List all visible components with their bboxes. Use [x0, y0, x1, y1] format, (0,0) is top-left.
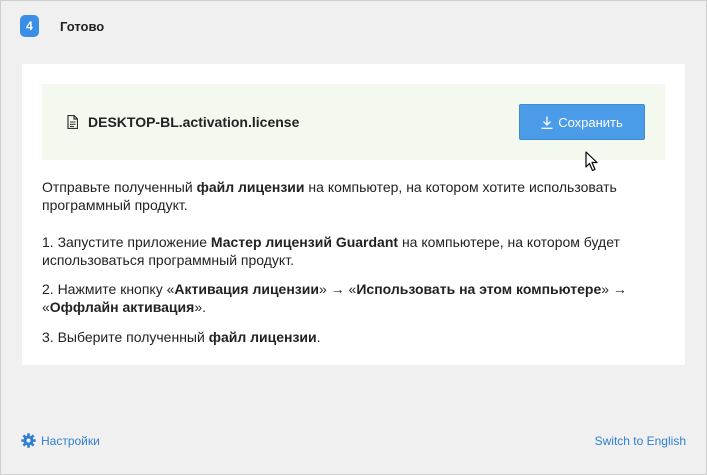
document-icon	[67, 115, 78, 129]
step-number-badge: 4	[20, 15, 39, 37]
instruction-step-1: 1. Запустите приложение Мастер лицензий …	[42, 234, 620, 268]
intro-text: Отправьте полученный файл лицензии на ко…	[42, 179, 617, 213]
gear-icon	[21, 433, 36, 448]
license-file-name: DESKTOP-BL.activation.license	[88, 114, 300, 130]
save-button-label: Сохранить	[558, 114, 623, 130]
step-title: Готово	[60, 18, 105, 34]
switch-language-link[interactable]: Switch to English	[595, 434, 686, 448]
result-card: DESKTOP-BL.activation.license Сохранить …	[22, 64, 685, 365]
download-icon	[541, 116, 553, 129]
mouse-cursor-icon	[585, 151, 598, 172]
save-button[interactable]: Сохранить	[519, 104, 645, 140]
instruction-step-2: 2. Нажмите кнопку «Активация лицензии» →…	[42, 281, 627, 315]
settings-link[interactable]: Настройки	[21, 433, 100, 448]
instruction-step-3: 3. Выберите полученный файл лицензии.	[42, 329, 321, 345]
license-file-box: DESKTOP-BL.activation.license Сохранить	[42, 84, 665, 172]
step-header: 4 Готово	[20, 15, 104, 37]
settings-link-label: Настройки	[41, 433, 100, 448]
